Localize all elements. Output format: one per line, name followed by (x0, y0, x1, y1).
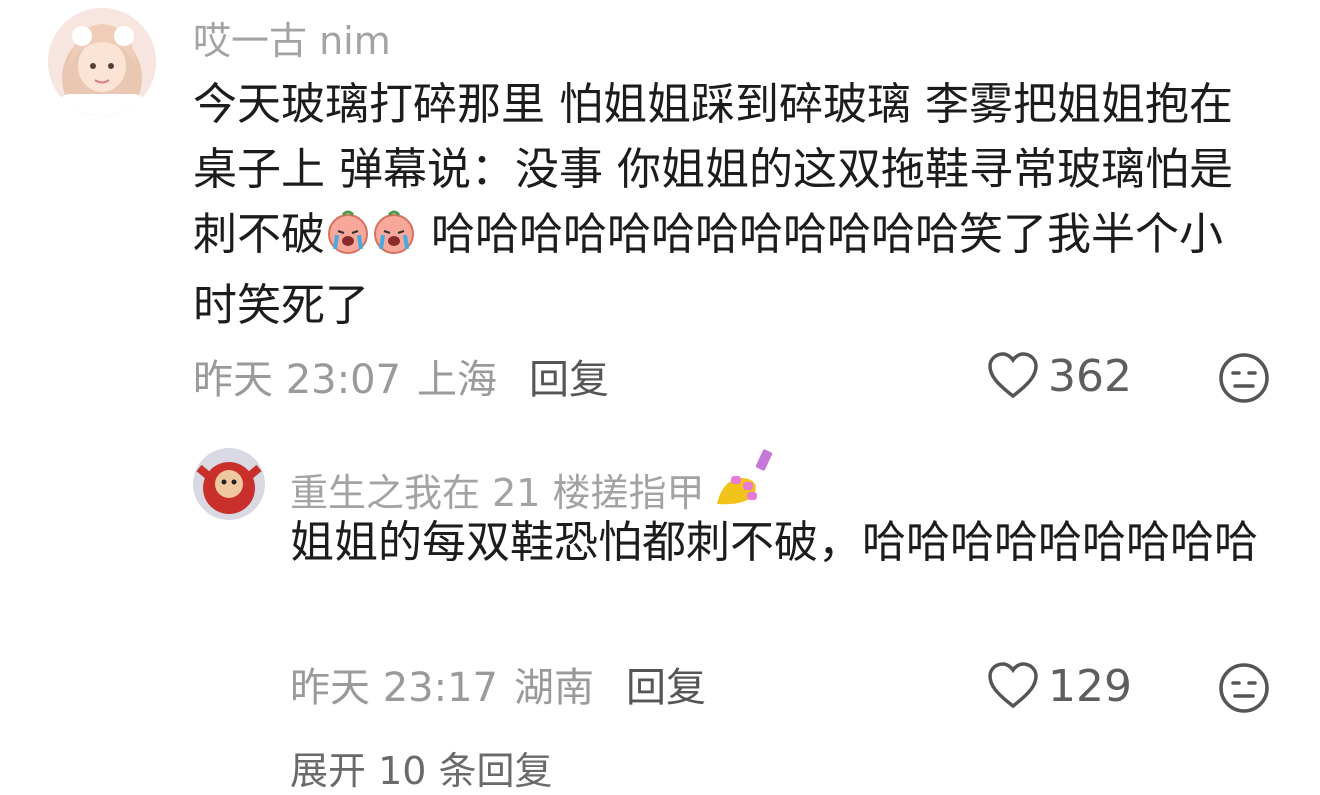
nail-polish-emoji (709, 448, 775, 521)
reply-dislike-button[interactable] (1218, 662, 1270, 718)
expand-replies-button[interactable]: 展开 10 条回复 (290, 740, 553, 795)
crying-face-emoji (325, 208, 371, 273)
comment-text: 今天玻璃打碎那里 怕姐姐踩到碎玻璃 李雾把姐姐抱在桌子上 弹幕说：没事 你姐姐的… (193, 72, 1243, 338)
dislike-button[interactable] (1218, 352, 1270, 408)
like-count: 362 (1048, 350, 1132, 402)
reply-button[interactable]: 回复 (529, 347, 609, 405)
heart-icon (988, 662, 1038, 709)
reply-like-button[interactable]: 129 (986, 658, 1132, 714)
reply-reply-button[interactable]: 回复 (626, 655, 706, 713)
crying-face-emoji (371, 208, 417, 273)
comment-location: 上海 (417, 357, 497, 403)
reply-meta: 昨天 23:17 湖南 回复 (290, 656, 706, 712)
unamused-face-icon (1219, 663, 1269, 713)
avatar-girl-image (48, 8, 156, 116)
comment-username[interactable]: 哎一古 nim (193, 10, 391, 65)
comment-avatar[interactable] (48, 8, 156, 116)
heart-icon (988, 352, 1038, 399)
reply-like-count: 129 (1048, 660, 1132, 712)
reply-username[interactable]: 重生之我在 21 楼搓指甲 (290, 448, 775, 521)
reply-time: 昨天 23:17 (290, 665, 498, 711)
unamused-face-icon (1219, 353, 1269, 403)
reply-username-text: 重生之我在 21 楼搓指甲 (290, 471, 705, 515)
reply-text: 姐姐的每双鞋恐怕都刺不破，哈哈哈哈哈哈哈哈哈 (290, 517, 1258, 568)
like-button[interactable]: 362 (986, 348, 1132, 404)
comment-meta: 昨天 23:07 上海 回复 (193, 348, 609, 404)
reply-location: 湖南 (514, 665, 594, 711)
comment-time: 昨天 23:07 (193, 357, 401, 403)
avatar-character-image (193, 448, 265, 520)
reply-avatar[interactable] (193, 448, 265, 520)
